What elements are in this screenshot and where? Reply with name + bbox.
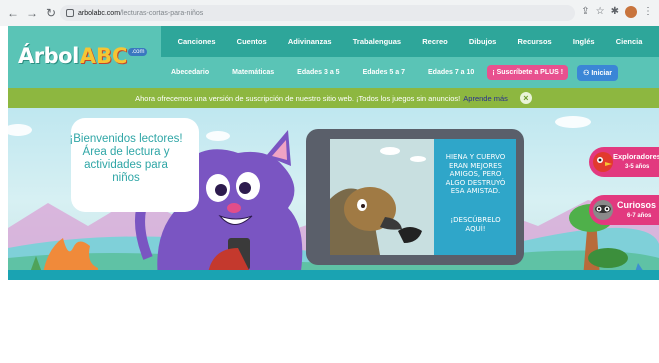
tablet-cta-line-2: AQUÍ!: [465, 224, 486, 233]
share-icon[interactable]: ⇪: [581, 6, 589, 18]
menu-item-abecedario[interactable]: Abecedario: [171, 69, 209, 76]
tablet-line-2: ERAN MEJORES: [448, 161, 503, 170]
tablet-cta-line-1: ¡DESCÚBRELO: [450, 216, 501, 224]
reload-icon[interactable]: ↻: [44, 6, 58, 20]
site-logo[interactable]: Árbol ABC .com: [18, 44, 148, 68]
announcement-bar: Ahora ofrecemos una versión de suscripci…: [8, 88, 659, 108]
menu-item-ciencia[interactable]: Ciencia: [616, 37, 643, 46]
announcement-text: Ahora ofrecemos una versión de suscripci…: [135, 93, 461, 103]
bird-icon: [593, 152, 613, 172]
tablet-story-text: HIENA Y CUERVO ERAN MEJORES AMIGOS, PERO…: [438, 153, 513, 196]
explorers-age: 3-5 años: [625, 164, 650, 170]
secondary-menu: Abecedario Matemáticas Edades 3 a 5 Edad…: [161, 57, 659, 88]
welcome-text: ¡Bienvenidos lectores! Área de lectura y…: [66, 133, 186, 185]
lock-icon: [66, 9, 74, 17]
tablet-line-4: ALGO DESTRUYÓ: [445, 178, 506, 187]
extensions-icon[interactable]: ✱: [611, 6, 619, 18]
address-bar[interactable]: arbolabc.com /lecturas-cortas-para-niños: [60, 5, 575, 21]
menu-item-cuentos[interactable]: Cuentos: [237, 37, 267, 46]
menu-item-adivinanzas[interactable]: Adivinanzas: [288, 37, 332, 46]
tablet-line-3: AMIGOS, PERO: [449, 170, 502, 178]
tablet-line-5: ESA AMISTAD.: [450, 187, 501, 195]
page: ← → ↻ arbolabc.com /lecturas-cortas-para…: [0, 0, 659, 363]
hero-bottom-strip: [8, 270, 659, 280]
learn-more-link[interactable]: Aprende más: [463, 94, 508, 103]
logo-text: Árbol: [18, 44, 79, 68]
menu-item-matematicas[interactable]: Matemáticas: [232, 69, 274, 76]
logo-abc: ABC: [79, 44, 128, 68]
welcome-line-4: niños: [112, 172, 140, 184]
profile-avatar[interactable]: [625, 6, 637, 18]
welcome-line-3: actividades para: [84, 159, 168, 171]
back-icon[interactable]: ←: [6, 6, 20, 20]
menu-item-dibujos[interactable]: Dibujos: [469, 37, 497, 46]
menu-item-recursos[interactable]: Recursos: [518, 37, 552, 46]
url-host: arbolabc.com: [78, 9, 121, 17]
welcome-line-1: ¡Bienvenidos lectores!: [69, 133, 183, 145]
browser-toolbar: ← → ↻ arbolabc.com /lecturas-cortas-para…: [0, 0, 659, 26]
curious-age: 6-7 años: [627, 213, 652, 219]
main-menu: Canciones Cuentos Adivinanzas Trabalengu…: [161, 26, 659, 57]
welcome-line-2: Área de lectura y: [82, 146, 170, 158]
menu-item-ingles[interactable]: Inglés: [573, 37, 595, 46]
menu-dots-icon[interactable]: ⋮: [643, 6, 653, 18]
raccoon-icon: [593, 200, 613, 220]
subscribe-plus-button[interactable]: ¡ Suscríbete a PLUS !: [487, 65, 569, 80]
curious-button[interactable]: Curiosos 6-7 años: [589, 195, 659, 225]
menu-item-edades-5-7[interactable]: Edades 5 a 7: [363, 69, 405, 76]
hyena-illustration: [330, 139, 434, 255]
browser-actions: ⇪ ☆ ✱ ⋮: [581, 6, 653, 18]
tablet-cta-text[interactable]: ¡DESCÚBRELO AQUÍ!: [438, 216, 513, 233]
login-button[interactable]: ⚇ Iniciar: [577, 64, 618, 81]
menu-item-edades-7-10[interactable]: Edades 7 a 10: [428, 69, 474, 76]
url-path: /lecturas-cortas-para-niños: [120, 9, 204, 17]
logo-com: .com: [128, 48, 148, 56]
tablet-line-1: HIENA Y CUERVO: [445, 153, 506, 161]
close-icon[interactable]: ×: [519, 92, 532, 104]
bookmark-star-icon[interactable]: ☆: [596, 6, 605, 18]
menu-item-edades-3-5[interactable]: Edades 3 a 5: [297, 69, 339, 76]
menu-item-canciones[interactable]: Canciones: [178, 37, 216, 46]
forward-icon[interactable]: →: [25, 6, 39, 20]
login-label: Iniciar: [591, 69, 612, 77]
explorers-button[interactable]: Exploradores 3-5 años: [589, 147, 659, 177]
menu-item-recreo[interactable]: Recreo: [422, 37, 447, 46]
explorers-title: Exploradores: [613, 152, 659, 161]
site-header: Árbol ABC .com Canciones Cuentos Adivina…: [8, 26, 659, 88]
curious-title: Curiosos: [617, 200, 657, 210]
menu-item-trabalenguas[interactable]: Trabalenguas: [353, 37, 401, 46]
